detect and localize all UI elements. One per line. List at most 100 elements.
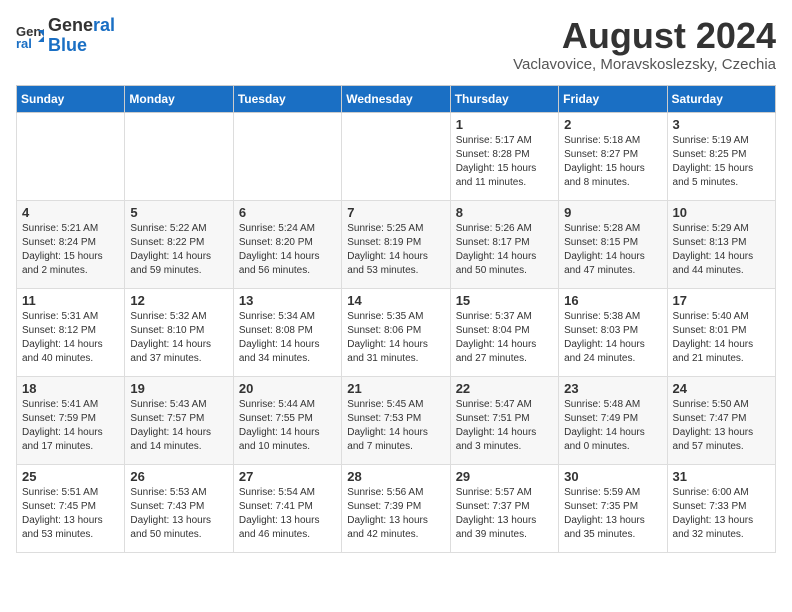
cell-info: Sunrise: 5:48 AM Sunset: 7:49 PM Dayligh…	[564, 398, 661, 454]
cell-info: Sunrise: 5:51 AM Sunset: 7:45 PM Dayligh…	[22, 486, 119, 542]
location-subtitle: Vaclavovice, Moravskoslezsky, Czechia	[513, 56, 776, 73]
month-year-title: August 2024	[513, 16, 776, 56]
cell-info: Sunrise: 5:17 AM Sunset: 8:28 PM Dayligh…	[456, 134, 553, 190]
calendar-table: SundayMondayTuesdayWednesdayThursdayFrid…	[16, 85, 776, 553]
calendar-cell: 12 Sunrise: 5:32 AM Sunset: 8:10 PM Dayli…	[125, 288, 233, 376]
calendar-cell: 20 Sunrise: 5:44 AM Sunset: 7:55 PM Dayli…	[233, 376, 341, 464]
day-number: 20	[239, 381, 336, 396]
calendar-cell: 8 Sunrise: 5:26 AM Sunset: 8:17 PM Daylig…	[450, 200, 558, 288]
cell-info: Sunrise: 5:19 AM Sunset: 8:25 PM Dayligh…	[673, 134, 770, 190]
calendar-week-5: 25Sunrise: 5:51 AM Sunset: 7:45 PM Dayli…	[17, 464, 776, 552]
day-number: 27	[239, 469, 336, 484]
day-number: 19	[130, 381, 227, 396]
cell-info: Sunrise: 5:53 AM Sunset: 7:43 PM Dayligh…	[130, 486, 227, 542]
calendar-week-2: 4Sunrise: 5:21 AM Sunset: 8:24 PM Daylig…	[17, 200, 776, 288]
calendar-cell	[17, 112, 125, 200]
day-number: 28	[347, 469, 444, 484]
day-number: 14	[347, 293, 444, 308]
day-number: 4	[22, 205, 119, 220]
calendar-cell: 13 Sunrise: 5:34 AM Sunset: 8:08 PM Dayli…	[233, 288, 341, 376]
day-number: 5	[130, 205, 227, 220]
day-number: 7	[347, 205, 444, 220]
calendar-week-4: 18 Sunrise: 5:41 AM Sunset: 7:59 PM Dayli…	[17, 376, 776, 464]
cell-info: Sunrise: 5:44 AM Sunset: 7:55 PM Dayligh…	[239, 398, 336, 454]
cell-info: Sunrise: 5:37 AM Sunset: 8:04 PM Dayligh…	[456, 310, 553, 366]
calendar-cell: 19 Sunrise: 5:43 AM Sunset: 7:57 PM Dayli…	[125, 376, 233, 464]
day-header-monday: Monday	[125, 85, 233, 112]
day-number: 23	[564, 381, 661, 396]
day-number: 8	[456, 205, 553, 220]
calendar-cell	[125, 112, 233, 200]
cell-info: Sunrise: 5:41 AM Sunset: 7:59 PM Dayligh…	[22, 398, 119, 454]
logo: Gene ral General Blue	[16, 16, 115, 56]
calendar-week-3: 11 Sunrise: 5:31 AM Sunset: 8:12 PM Dayli…	[17, 288, 776, 376]
day-number: 6	[239, 205, 336, 220]
calendar-cell: 29 Sunrise: 5:57 AM Sunset: 7:37 PM Dayli…	[450, 464, 558, 552]
day-number: 24	[673, 381, 770, 396]
day-header-sunday: Sunday	[17, 85, 125, 112]
day-number: 9	[564, 205, 661, 220]
calendar-cell: 2Sunrise: 5:18 AM Sunset: 8:27 PM Daylig…	[559, 112, 667, 200]
day-number: 21	[347, 381, 444, 396]
cell-info: Sunrise: 5:57 AM Sunset: 7:37 PM Dayligh…	[456, 486, 553, 542]
calendar-cell: 17 Sunrise: 5:40 AM Sunset: 8:01 PM Dayli…	[667, 288, 775, 376]
calendar-cell: 31 Sunrise: 6:00 AM Sunset: 7:33 PM Dayli…	[667, 464, 775, 552]
day-header-wednesday: Wednesday	[342, 85, 450, 112]
cell-info: Sunrise: 6:00 AM Sunset: 7:33 PM Dayligh…	[673, 486, 770, 542]
calendar-cell: 28 Sunrise: 5:56 AM Sunset: 7:39 PM Dayli…	[342, 464, 450, 552]
day-number: 15	[456, 293, 553, 308]
day-number: 30	[564, 469, 661, 484]
day-header-tuesday: Tuesday	[233, 85, 341, 112]
title-block: August 2024 Vaclavovice, Moravskoslezsky…	[513, 16, 776, 73]
cell-info: Sunrise: 5:28 AM Sunset: 8:15 PM Dayligh…	[564, 222, 661, 278]
calendar-cell: 18 Sunrise: 5:41 AM Sunset: 7:59 PM Dayli…	[17, 376, 125, 464]
calendar-week-1: 1 Sunrise: 5:17 AM Sunset: 8:28 PM Daylig…	[17, 112, 776, 200]
cell-info: Sunrise: 5:24 AM Sunset: 8:20 PM Dayligh…	[239, 222, 336, 278]
calendar-cell: 7 Sunrise: 5:25 AM Sunset: 8:19 PM Daylig…	[342, 200, 450, 288]
calendar-cell: 26 Sunrise: 5:53 AM Sunset: 7:43 PM Dayli…	[125, 464, 233, 552]
calendar-header-row: SundayMondayTuesdayWednesdayThursdayFrid…	[17, 85, 776, 112]
cell-info: Sunrise: 5:38 AM Sunset: 8:03 PM Dayligh…	[564, 310, 661, 366]
day-number: 12	[130, 293, 227, 308]
day-number: 11	[22, 293, 119, 308]
day-number: 1	[456, 117, 553, 132]
cell-info: Sunrise: 5:56 AM Sunset: 7:39 PM Dayligh…	[347, 486, 444, 542]
day-number: 3	[673, 117, 770, 132]
day-number: 13	[239, 293, 336, 308]
cell-info: Sunrise: 5:50 AM Sunset: 7:47 PM Dayligh…	[673, 398, 770, 454]
cell-info: Sunrise: 5:31 AM Sunset: 8:12 PM Dayligh…	[22, 310, 119, 366]
cell-info: Sunrise: 5:25 AM Sunset: 8:19 PM Dayligh…	[347, 222, 444, 278]
calendar-cell: 4Sunrise: 5:21 AM Sunset: 8:24 PM Daylig…	[17, 200, 125, 288]
calendar-cell: 27Sunrise: 5:54 AM Sunset: 7:41 PM Dayli…	[233, 464, 341, 552]
logo-text: General Blue	[48, 16, 115, 56]
day-number: 29	[456, 469, 553, 484]
calendar-cell: 15 Sunrise: 5:37 AM Sunset: 8:04 PM Dayli…	[450, 288, 558, 376]
cell-info: Sunrise: 5:40 AM Sunset: 8:01 PM Dayligh…	[673, 310, 770, 366]
calendar-cell: 21 Sunrise: 5:45 AM Sunset: 7:53 PM Dayli…	[342, 376, 450, 464]
cell-info: Sunrise: 5:47 AM Sunset: 7:51 PM Dayligh…	[456, 398, 553, 454]
cell-info: Sunrise: 5:45 AM Sunset: 7:53 PM Dayligh…	[347, 398, 444, 454]
calendar-cell	[342, 112, 450, 200]
cell-info: Sunrise: 5:43 AM Sunset: 7:57 PM Dayligh…	[130, 398, 227, 454]
day-number: 10	[673, 205, 770, 220]
day-number: 16	[564, 293, 661, 308]
day-number: 18	[22, 381, 119, 396]
calendar-cell: 16 Sunrise: 5:38 AM Sunset: 8:03 PM Dayli…	[559, 288, 667, 376]
cell-info: Sunrise: 5:22 AM Sunset: 8:22 PM Dayligh…	[130, 222, 227, 278]
day-header-thursday: Thursday	[450, 85, 558, 112]
cell-info: Sunrise: 5:26 AM Sunset: 8:17 PM Dayligh…	[456, 222, 553, 278]
day-number: 31	[673, 469, 770, 484]
cell-info: Sunrise: 5:32 AM Sunset: 8:10 PM Dayligh…	[130, 310, 227, 366]
day-header-friday: Friday	[559, 85, 667, 112]
cell-info: Sunrise: 5:34 AM Sunset: 8:08 PM Dayligh…	[239, 310, 336, 366]
calendar-cell: 1 Sunrise: 5:17 AM Sunset: 8:28 PM Daylig…	[450, 112, 558, 200]
calendar-cell: 30Sunrise: 5:59 AM Sunset: 7:35 PM Dayli…	[559, 464, 667, 552]
calendar-cell: 14Sunrise: 5:35 AM Sunset: 8:06 PM Dayli…	[342, 288, 450, 376]
day-number: 26	[130, 469, 227, 484]
calendar-cell: 25Sunrise: 5:51 AM Sunset: 7:45 PM Dayli…	[17, 464, 125, 552]
calendar-cell: 5 Sunrise: 5:22 AM Sunset: 8:22 PM Daylig…	[125, 200, 233, 288]
day-number: 17	[673, 293, 770, 308]
cell-info: Sunrise: 5:18 AM Sunset: 8:27 PM Dayligh…	[564, 134, 661, 190]
day-header-saturday: Saturday	[667, 85, 775, 112]
day-number: 22	[456, 381, 553, 396]
